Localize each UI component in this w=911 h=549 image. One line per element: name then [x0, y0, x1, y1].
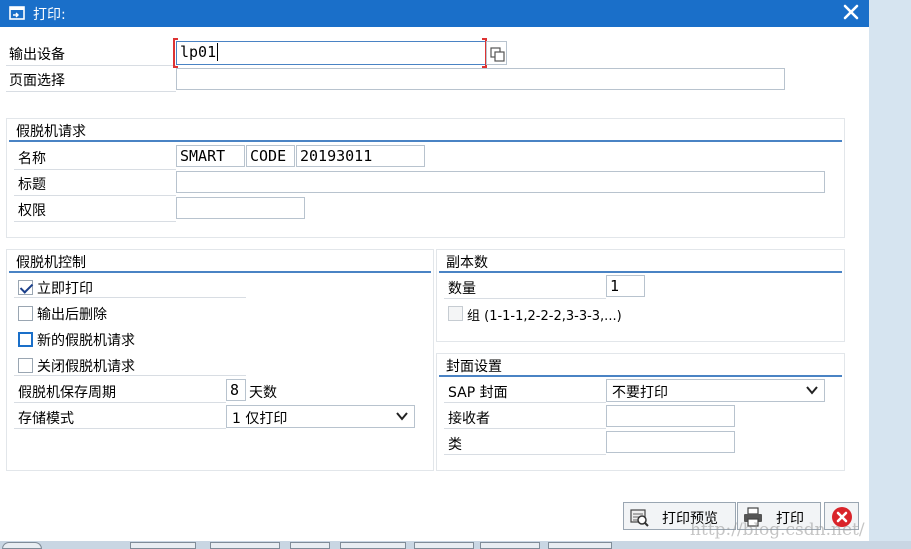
- group-title: 假脱机请求: [16, 124, 86, 140]
- copies-qty-input[interactable]: 1: [606, 275, 645, 297]
- title-bar: 打印:: [0, 0, 869, 27]
- authorization-input[interactable]: [176, 197, 305, 219]
- spool-title-input[interactable]: [176, 171, 825, 193]
- divider: [14, 169, 176, 170]
- taskbar-item[interactable]: [290, 542, 330, 549]
- department-input[interactable]: [606, 431, 735, 453]
- group-divider: [439, 375, 842, 377]
- divider: [6, 65, 176, 66]
- output-device-value: lp01: [180, 43, 217, 61]
- group-divider: [9, 271, 431, 273]
- retention-period-input[interactable]: 8: [226, 379, 246, 401]
- group-divider: [9, 140, 842, 142]
- name-label: 名称: [18, 151, 46, 167]
- value-help-icon: [490, 47, 505, 62]
- chevron-down-icon: [396, 412, 408, 421]
- storage-mode-label: 存储模式: [18, 411, 74, 427]
- name-part-2[interactable]: CODE: [246, 145, 295, 167]
- divider: [444, 402, 606, 403]
- window-title: 打印:: [33, 7, 66, 23]
- print-dialog-icon: [9, 6, 25, 20]
- authorization-label: 权限: [18, 203, 46, 219]
- copies-qty-label: 数量: [448, 281, 476, 297]
- taskbar-item[interactable]: [414, 542, 474, 549]
- title-label: 标题: [18, 177, 46, 193]
- sap-cover-select[interactable]: 不要打印: [606, 379, 825, 402]
- divider: [14, 195, 176, 196]
- divider: [14, 375, 246, 376]
- recipient-label: 接收者: [448, 411, 490, 427]
- retention-label: 假脱机保存周期: [18, 385, 116, 401]
- divider: [444, 454, 606, 455]
- taskbar-item[interactable]: [340, 542, 406, 549]
- divider: [14, 297, 246, 298]
- name-part-3[interactable]: 20193011: [296, 145, 425, 167]
- group-title: 封面设置: [446, 359, 502, 375]
- group-title: 假脱机控制: [16, 255, 86, 271]
- start-button[interactable]: [2, 542, 42, 549]
- new-spool-request-label: 新的假脱机请求: [37, 333, 135, 349]
- group-title: 副本数: [446, 255, 488, 271]
- taskbar-item[interactable]: [480, 542, 540, 549]
- sap-cover-label: SAP 封面: [448, 385, 508, 401]
- output-device-input[interactable]: lp01: [176, 41, 486, 65]
- divider: [14, 428, 226, 429]
- storage-mode-select[interactable]: 1 仅打印: [226, 405, 415, 428]
- divider: [6, 91, 176, 92]
- collate-group-label: 组 (1-1-1,2-2-2,3-3-3,...): [467, 309, 622, 324]
- print-now-label: 立即打印: [37, 281, 93, 297]
- close-spool-request-label: 关闭假脱机请求: [37, 359, 135, 375]
- close-spool-request-checkbox[interactable]: [18, 358, 33, 373]
- delete-after-output-checkbox[interactable]: [18, 306, 33, 321]
- print-now-checkbox[interactable]: [18, 280, 33, 295]
- page-select-label: 页面选择: [9, 73, 65, 89]
- storage-mode-value: 1 仅打印: [232, 411, 288, 427]
- recipient-input[interactable]: [606, 405, 735, 427]
- chevron-down-icon: [806, 386, 818, 395]
- divider: [444, 428, 606, 429]
- divider: [14, 402, 226, 403]
- sap-cover-value: 不要打印: [612, 385, 668, 401]
- taskbar-item[interactable]: [130, 542, 196, 549]
- delete-after-output-label: 输出后删除: [37, 307, 107, 323]
- required-marker-left: [173, 38, 178, 68]
- watermark-text: http://blog.csdn.net/: [690, 520, 865, 540]
- taskbar-item[interactable]: [548, 542, 612, 549]
- new-spool-request-checkbox[interactable]: [18, 332, 33, 347]
- device-label: 输出设备: [9, 47, 65, 63]
- print-preview-icon: [630, 509, 649, 527]
- taskbar-item[interactable]: [210, 542, 280, 549]
- print-dialog: 打印: 输出设备 lp01 页面选择 假脱机请求 名称 SMART CODE 2…: [0, 0, 869, 541]
- department-label: 类: [448, 437, 462, 453]
- divider: [14, 221, 176, 222]
- name-part-1[interactable]: SMART: [176, 145, 245, 167]
- page-select-input[interactable]: [176, 68, 785, 90]
- retention-unit: 天数: [249, 385, 277, 401]
- collate-group-checkbox[interactable]: [448, 306, 463, 321]
- divider: [444, 298, 606, 299]
- device-lookup-button[interactable]: [486, 41, 507, 65]
- group-divider: [439, 271, 842, 273]
- close-icon[interactable]: [842, 3, 860, 21]
